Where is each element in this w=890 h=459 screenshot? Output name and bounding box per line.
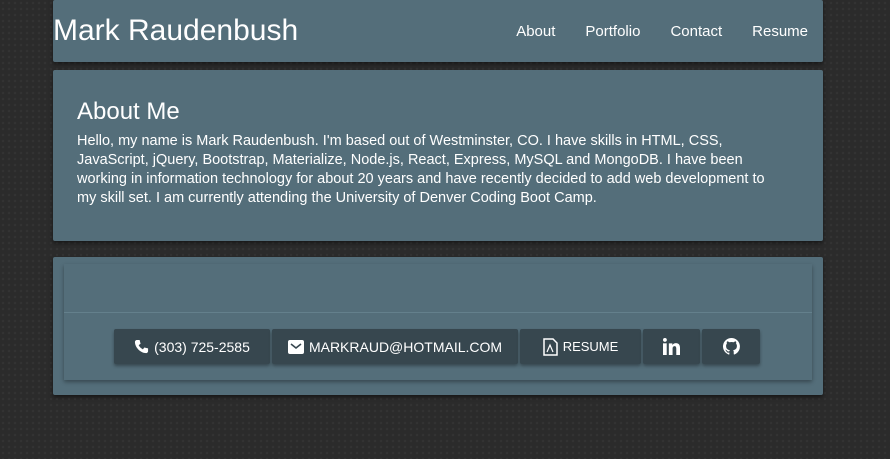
github-icon <box>722 338 740 355</box>
about-title: About Me <box>77 98 180 125</box>
github-button[interactable] <box>702 329 760 364</box>
divider <box>64 312 812 313</box>
email-button[interactable]: MARKRAUD@HOTMAIL.COM <box>272 329 518 364</box>
nav-link-contact[interactable]: Contact <box>655 23 737 40</box>
contact-card: (303) 725-2585 MARKRAUD@HOTMAIL.COM RESU… <box>64 264 812 380</box>
about-card: About Me Hello, my name is Mark Raudenbu… <box>53 70 823 241</box>
phone-icon <box>135 339 149 354</box>
pdf-file-icon <box>542 337 558 356</box>
phone-number: (303) 725-2585 <box>154 338 250 355</box>
brand-logo[interactable]: Mark Raudenbush <box>53 14 298 48</box>
nav-link-portfolio[interactable]: Portfolio <box>570 23 655 40</box>
resume-button[interactable]: RESUME <box>520 329 641 364</box>
nav-links: About Portfolio Contact Resume <box>501 23 823 40</box>
footer-card: (303) 725-2585 MARKRAUD@HOTMAIL.COM RESU… <box>53 257 823 395</box>
linkedin-button[interactable] <box>643 329 700 364</box>
email-address: MARKRAUD@HOTMAIL.COM <box>308 338 503 355</box>
navbar: Mark Raudenbush About Portfolio Contact … <box>53 0 823 62</box>
about-text: Hello, my name is Mark Raudenbush. I'm b… <box>77 133 765 206</box>
envelope-icon <box>287 339 304 354</box>
phone-button[interactable]: (303) 725-2585 <box>114 329 270 364</box>
resume-label: RESUME <box>562 339 619 354</box>
nav-link-about[interactable]: About <box>501 23 570 40</box>
contact-buttons: (303) 725-2585 MARKRAUD@HOTMAIL.COM RESU… <box>114 329 760 364</box>
linkedin-icon <box>663 338 680 355</box>
nav-link-resume[interactable]: Resume <box>737 23 823 40</box>
